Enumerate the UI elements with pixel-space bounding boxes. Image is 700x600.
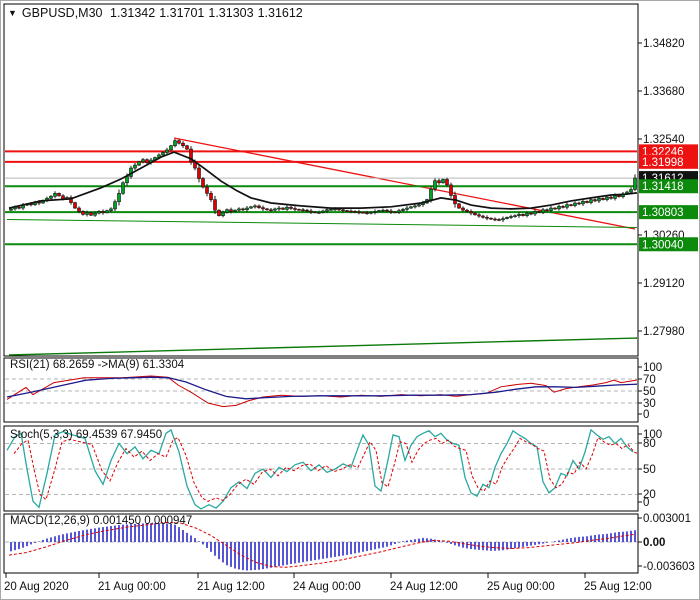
axis-label: 50 [643,386,656,398]
stoch-indicator-label: Stoch(5,3,3) 69.4539 67.9450 [10,429,163,441]
low-value: 1.31303 [208,6,254,20]
axis-label: 1.34820 [643,38,685,50]
axis-label: 1.32540 [643,134,685,146]
time-label: 25 Aug 12:00 [584,581,652,593]
chart-canvas[interactable]: 1.348201.336801.325401.302601.291201.279… [1,1,700,600]
axis-label: 70 [643,374,656,386]
chart-window: 1.34820 1.33680 1.32540 1.30260 1.29120 1.279… [0,0,700,600]
open-value: 1.31342 [110,6,156,20]
time-label: 25 Aug 00:00 [487,581,555,593]
symbol-dropdown-icon[interactable]: ▼ [8,8,17,18]
axis-label: 50 [643,464,656,476]
axis-label: 1.33680 [643,86,685,98]
time-label: 24 Aug 00:00 [293,581,361,593]
time-label: 20 Aug 2020 [4,581,69,593]
axis-label: 0 [643,409,649,421]
support-3-badge-value: 1.30040 [642,239,684,251]
resistance-2-badge-value: 1.31998 [642,157,684,169]
support-1-badge-value: 1.31418 [642,181,684,193]
axis-label: 80 [643,438,656,450]
close-value: 1.31612 [257,6,303,20]
axis-label: -0.003603 [643,561,695,573]
main-chart [3,3,639,357]
macd-indicator-label: MACD(12,26,9) 0.001450 0.000947 [10,515,193,527]
ohlc-readout: ▼ GBPUSD,M30 1.31342 1.31701 1.31303 1.31612 [8,6,307,20]
axis-label: 0.00 [643,537,665,549]
symbol-label: GBPUSD,M30 [21,6,103,20]
axis-label: 0.003001 [643,513,691,525]
time-label: 21 Aug 12:00 [197,581,265,593]
axis-label: 0 [643,497,649,509]
rsi-indicator-label: RSI(21) 68.2659 ->MA(9) 61.3304 [10,359,185,371]
time-label: 21 Aug 00:00 [98,581,166,593]
time-label: 24 Aug 12:00 [390,581,458,593]
axis-label: 100 [643,362,662,374]
high-value: 1.31701 [159,6,205,20]
axis-label: 1.27980 [643,326,685,338]
axis-label: 1.29120 [643,278,685,290]
support-2-badge-value: 1.30803 [642,207,684,219]
